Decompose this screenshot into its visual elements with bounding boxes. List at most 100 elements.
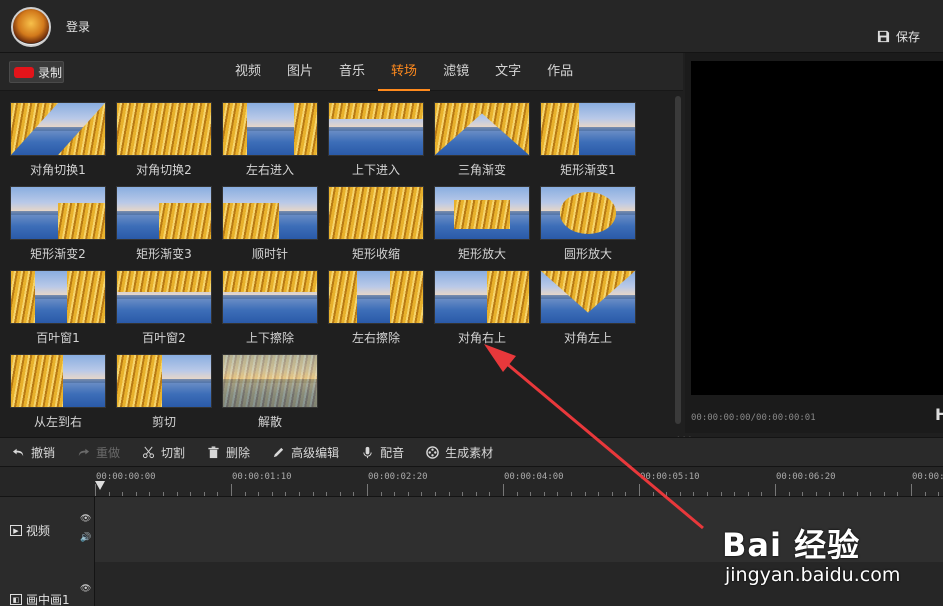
transition-tile[interactable]: 上下进入 — [328, 102, 424, 186]
ruler-tick — [788, 492, 790, 496]
transition-tile[interactable]: 上下擦除 — [222, 270, 318, 354]
ruler-tick — [299, 492, 300, 496]
transition-label: 矩形渐变3 — [136, 247, 192, 261]
ruler-tick — [557, 492, 559, 496]
transition-panel: 对角切换1 对角切换2 左右进入 上下进入 三角渐变 矩形渐变1 矩形渐变2 矩形渐变3 顺时针… — [0, 92, 683, 432]
tab-6[interactable]: 作品 — [534, 53, 586, 91]
record-label: 录制 — [38, 65, 63, 80]
transition-thumbnail — [116, 270, 212, 324]
tab-0[interactable]: 视频 — [222, 53, 274, 91]
timeline-ruler[interactable]: 00:00:00:00 00:00:01:10 00:00:02:20 00:00:0… — [95, 467, 943, 497]
transition-thumbnail — [116, 354, 212, 408]
eye-icon[interactable]: 👁 — [80, 514, 91, 524]
pip-track-lane[interactable] — [95, 562, 943, 606]
scissors-icon — [142, 446, 155, 458]
trash-button[interactable]: 删除 — [207, 444, 250, 461]
transition-tile[interactable]: 圆形放大 — [540, 186, 636, 270]
transition-tile[interactable]: 矩形放大 — [434, 186, 530, 270]
transition-tile[interactable]: 对角切换1 — [10, 102, 106, 186]
video-track-label: 视频 — [26, 524, 51, 538]
play-icon: ▶ — [10, 525, 22, 536]
undo-icon — [12, 448, 24, 456]
quality-badge[interactable]: H — [935, 405, 943, 424]
transition-label: 百叶窗2 — [142, 331, 186, 345]
title-bar: 登录 保存 — [0, 0, 943, 53]
ruler-tick — [258, 492, 260, 496]
ruler-tick — [843, 492, 844, 496]
transition-tile[interactable]: 从左到右 — [10, 354, 106, 438]
ruler-tick — [176, 492, 178, 496]
video-track-lane[interactable] — [95, 497, 943, 562]
pip-track-name: ◧ 画中画1 — [10, 591, 70, 606]
transition-label: 百叶窗1 — [36, 331, 80, 345]
playhead-marker[interactable] — [95, 481, 105, 490]
redo-button[interactable]: 重做 — [77, 444, 120, 461]
transition-thumbnail — [116, 102, 212, 156]
ruler-tick — [462, 492, 464, 496]
transition-tile[interactable]: 对角左上 — [540, 270, 636, 354]
tab-3[interactable]: 转场 — [378, 53, 431, 91]
tab-5[interactable]: 文字 — [482, 53, 534, 91]
film-reel-button[interactable]: 生成素材 — [426, 444, 493, 461]
tab-1[interactable]: 图片 — [274, 53, 326, 91]
video-track: ▶ 视频 👁 🔊 — [0, 497, 943, 562]
picture-in-picture-icon: ◧ — [10, 594, 22, 605]
ruler-tick — [339, 492, 341, 496]
vertical-scrollbar[interactable] — [675, 96, 681, 424]
undo-button[interactable]: 撤销 — [12, 444, 55, 461]
ruler-label: 00:00:01:10 — [232, 472, 292, 482]
transition-thumbnail — [222, 186, 318, 240]
transition-thumbnail — [434, 186, 530, 240]
ruler-tick — [271, 492, 273, 496]
transition-label: 对角切换1 — [30, 163, 86, 177]
login-link[interactable]: 登录 — [66, 18, 90, 35]
ruler-tick — [380, 492, 382, 496]
transition-tile[interactable]: 对角右上 — [434, 270, 530, 354]
ruler-label: 00:00:04:00 — [504, 472, 564, 482]
ruler-tick — [312, 492, 314, 496]
ruler-tick — [285, 492, 287, 496]
save-button[interactable]: 保存 — [877, 28, 920, 45]
transition-tile[interactable]: 剪切 — [116, 354, 212, 438]
volume-icon[interactable]: 🔊 — [80, 533, 91, 543]
transition-tile[interactable]: 左右擦除 — [328, 270, 424, 354]
pencil-button[interactable]: 高级编辑 — [272, 444, 339, 461]
microphone-button[interactable]: 配音 — [361, 444, 404, 461]
record-button[interactable]: 录制 — [9, 61, 64, 83]
pencil-icon — [273, 447, 284, 457]
transition-tile[interactable]: 对角切换2 — [116, 102, 212, 186]
tab-4[interactable]: 滤镜 — [430, 53, 482, 91]
eye-icon[interactable]: 👁 — [80, 584, 91, 594]
transition-tile[interactable]: 解散 — [222, 354, 318, 438]
transition-tile[interactable]: 矩形渐变1 — [540, 102, 636, 186]
save-label: 保存 — [896, 30, 921, 44]
ruler-tick — [326, 492, 328, 496]
ruler-tick — [815, 492, 817, 496]
ruler-tick — [707, 492, 708, 496]
ruler-label: 00:00:05:10 — [640, 472, 700, 482]
ruler-tick — [652, 492, 654, 496]
save-icon — [877, 30, 890, 43]
ruler-tick — [924, 492, 926, 496]
transition-tile[interactable]: 矩形渐变2 — [10, 186, 106, 270]
transition-tile[interactable]: 矩形渐变3 — [116, 186, 212, 270]
transition-thumbnail — [328, 102, 424, 156]
transition-label: 上下擦除 — [245, 331, 294, 345]
transition-label: 对角切换2 — [136, 163, 192, 177]
tab-2[interactable]: 音乐 — [326, 53, 378, 91]
transition-label: 左右进入 — [245, 163, 294, 177]
transition-tile[interactable]: 百叶窗2 — [116, 270, 212, 354]
transition-tile[interactable]: 百叶窗1 — [10, 270, 106, 354]
transition-tile[interactable]: 矩形收缩 — [328, 186, 424, 270]
scissors-button[interactable]: 切割 — [142, 444, 185, 461]
ruler-tick — [448, 492, 450, 496]
transition-thumbnail — [434, 270, 530, 324]
transition-tile[interactable]: 三角渐变 — [434, 102, 530, 186]
ruler-tick — [475, 492, 477, 496]
app-window: 登录 保存 录制 视频 图片 音乐 转场 滤镜 文字 作品 对角切换1 对角切换2 左右进入 上下… — [0, 0, 943, 606]
ruler-tick — [407, 492, 409, 496]
transition-label: 矩形渐变1 — [560, 163, 616, 177]
ruler-label: 00:00:06:20 — [776, 472, 836, 482]
transition-tile[interactable]: 顺时针 — [222, 186, 318, 270]
transition-tile[interactable]: 左右进入 — [222, 102, 318, 186]
